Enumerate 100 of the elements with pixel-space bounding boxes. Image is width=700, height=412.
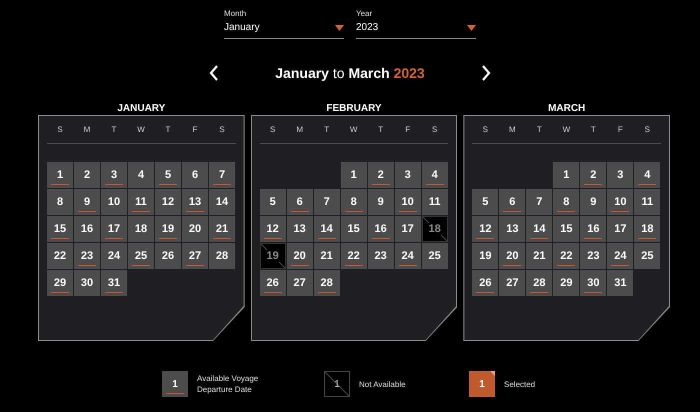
day-cell[interactable]: 23 [368, 243, 394, 269]
year-select[interactable]: 2023 [356, 19, 476, 39]
day-cell[interactable]: 5 [472, 189, 498, 215]
day-cell[interactable]: 9 [580, 189, 606, 215]
day-cell[interactable]: 31 [607, 270, 634, 296]
day-cell[interactable]: 2 [580, 162, 606, 188]
day-cell[interactable]: 4 [422, 162, 448, 188]
day-cell[interactable]: 7 [314, 189, 340, 215]
day-cell[interactable]: 14 [314, 216, 340, 242]
day-cell[interactable]: 27 [499, 270, 526, 296]
day-cell[interactable]: 8 [553, 189, 580, 215]
day-cell[interactable]: 11 [422, 189, 448, 215]
day-cell[interactable]: 30 [74, 270, 100, 296]
day-cell[interactable]: 2 [368, 162, 394, 188]
day-cell[interactable]: 17 [607, 216, 634, 242]
day-cell[interactable]: 20 [182, 216, 208, 242]
day-cell[interactable]: 24 [607, 243, 634, 269]
day-cell[interactable]: 20 [499, 243, 526, 269]
day-cell[interactable]: 28 [209, 243, 235, 269]
day-cell[interactable]: 25 [634, 243, 660, 269]
day-cell[interactable]: 3 [394, 162, 421, 188]
day-cell[interactable]: 26 [260, 270, 286, 296]
day-cell[interactable]: 4 [634, 162, 660, 188]
day-cell[interactable]: 1 [553, 162, 580, 188]
day-cell[interactable]: 24 [101, 243, 127, 269]
day-cell[interactable]: 28 [526, 270, 552, 296]
day-cell[interactable]: 22 [340, 243, 367, 269]
day-cell[interactable]: 17 [394, 216, 421, 242]
day-cell[interactable]: 11 [128, 189, 154, 215]
day-cell[interactable]: 19 [472, 243, 498, 269]
day-cell[interactable]: 27 [286, 270, 313, 296]
unavailable-swatch: 1 [324, 371, 350, 397]
next-button[interactable] [480, 65, 492, 81]
day-cell[interactable]: 1 [340, 162, 367, 188]
day-cell[interactable]: 7 [209, 162, 235, 188]
day-cell[interactable]: 4 [128, 162, 154, 188]
day-cell[interactable]: 6 [182, 162, 208, 188]
day-cell[interactable]: 15 [340, 216, 367, 242]
day-cell[interactable]: 12 [155, 189, 181, 215]
day-cell[interactable]: 13 [286, 216, 313, 242]
day-cell[interactable]: 25 [422, 243, 448, 269]
weekday-label: W [562, 124, 572, 136]
weekday-label: M [295, 124, 304, 136]
day-cell[interactable]: 19 [155, 216, 181, 242]
day-cell[interactable]: 24 [394, 243, 421, 269]
day-cell[interactable]: 23 [580, 243, 606, 269]
day-cell[interactable]: 12 [472, 216, 498, 242]
month-select[interactable]: January [224, 19, 344, 39]
day-cell[interactable]: 15 [47, 216, 73, 242]
day-cell[interactable]: 21 [526, 243, 552, 269]
weekday-label: T [323, 124, 330, 136]
day-cell[interactable]: 21 [314, 243, 340, 269]
previous-button[interactable] [208, 65, 220, 81]
day-cell[interactable]: 5 [155, 162, 181, 188]
day-cell[interactable]: 26 [472, 270, 498, 296]
weekday-label: S [218, 124, 226, 136]
day-cell[interactable]: 16 [580, 216, 606, 242]
day-cell[interactable]: 11 [634, 189, 660, 215]
day-cell[interactable]: 25 [128, 243, 154, 269]
day-cell[interactable]: 6 [286, 189, 313, 215]
day-cell[interactable]: 22 [553, 243, 580, 269]
day-cell[interactable]: 2 [74, 162, 100, 188]
day-cell[interactable]: 26 [155, 243, 181, 269]
day-cell[interactable]: 16 [74, 216, 100, 242]
day-cell[interactable]: 30 [580, 270, 606, 296]
day-cell[interactable]: 20 [286, 243, 313, 269]
day-cell[interactable]: 9 [368, 189, 394, 215]
day-cell[interactable]: 18 [634, 216, 660, 242]
day-cell[interactable]: 29 [553, 270, 580, 296]
day-cell[interactable]: 14 [209, 189, 235, 215]
day-cell[interactable]: 8 [47, 189, 73, 215]
available-swatch: 1 [162, 371, 188, 397]
day-cell[interactable]: 10 [101, 189, 127, 215]
day-cell[interactable]: 13 [182, 189, 208, 215]
day-cell[interactable]: 27 [182, 243, 208, 269]
day-cell[interactable]: 3 [607, 162, 634, 188]
day-cell[interactable]: 18 [128, 216, 154, 242]
day-cell[interactable]: 22 [47, 243, 73, 269]
day-cell[interactable]: 16 [368, 216, 394, 242]
day-cell[interactable]: 31 [101, 270, 127, 296]
day-cell[interactable]: 8 [340, 189, 367, 215]
day-cell[interactable]: 29 [47, 270, 73, 296]
day-cell[interactable]: 6 [499, 189, 526, 215]
month-label: Month [224, 9, 248, 19]
day-cell[interactable]: 15 [553, 216, 580, 242]
day-cell[interactable]: 14 [526, 216, 552, 242]
day-cell[interactable]: 12 [260, 216, 286, 242]
day-cell[interactable]: 28 [314, 270, 340, 296]
day-cell[interactable]: 3 [101, 162, 127, 188]
month-title: JANUARY [116, 102, 166, 115]
day-cell[interactable]: 23 [74, 243, 100, 269]
day-cell[interactable]: 21 [209, 216, 235, 242]
day-cell[interactable]: 17 [101, 216, 127, 242]
day-cell[interactable]: 7 [526, 189, 552, 215]
day-cell[interactable]: 10 [607, 189, 634, 215]
day-cell[interactable]: 5 [260, 189, 286, 215]
day-cell[interactable]: 9 [74, 189, 100, 215]
day-cell[interactable]: 10 [394, 189, 421, 215]
day-cell[interactable]: 13 [499, 216, 526, 242]
day-cell[interactable]: 1 [47, 162, 73, 188]
